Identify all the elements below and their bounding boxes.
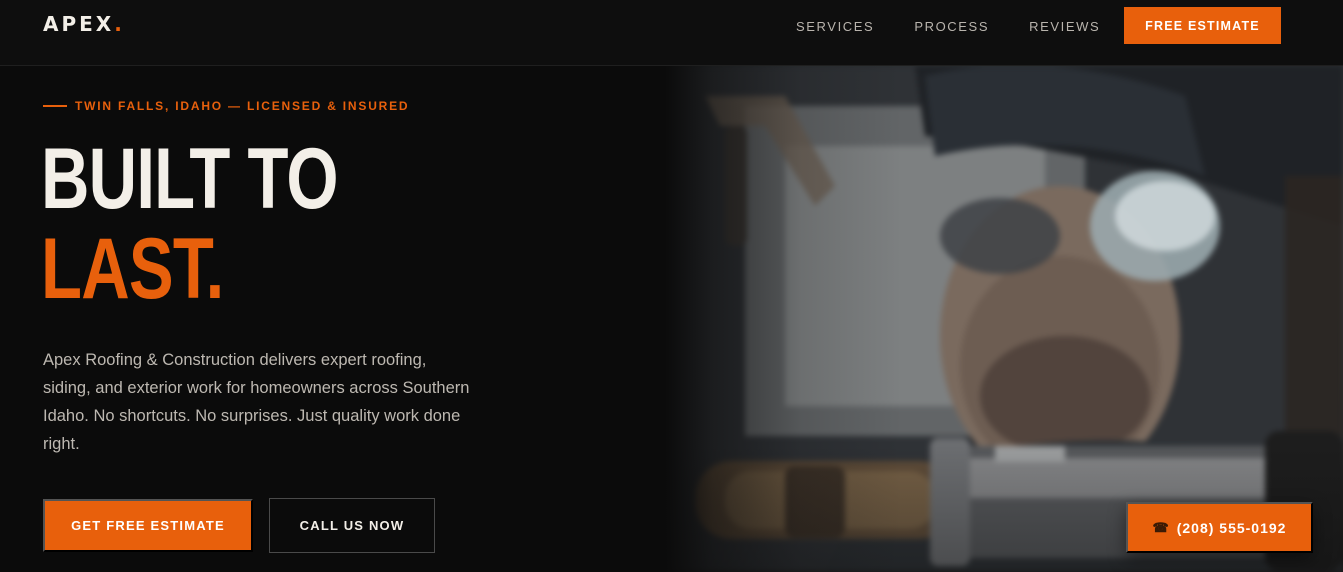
- get-free-estimate-button[interactable]: GET FREE ESTIMATE: [43, 499, 253, 552]
- page: APEX. SERVICES PROCESS REVIEWS FREE ESTI…: [0, 0, 1343, 572]
- hero-headline: BUILT TO LAST.: [41, 131, 339, 317]
- call-us-now-button[interactable]: CALL US NOW: [269, 498, 435, 553]
- eyebrow-text: TWIN FALLS, IDAHO — LICENSED & INSURED: [75, 99, 410, 113]
- free-estimate-nav-button[interactable]: FREE ESTIMATE: [1124, 7, 1281, 44]
- logo[interactable]: APEX.: [43, 12, 125, 36]
- hero-photo: [665, 66, 1343, 572]
- nav-link-services[interactable]: SERVICES: [796, 19, 874, 35]
- site-header: APEX. SERVICES PROCESS REVIEWS FREE ESTI…: [0, 0, 1343, 66]
- logo-dot: .: [114, 12, 125, 36]
- eyebrow-rule: [43, 105, 67, 107]
- nav-link-process[interactable]: PROCESS: [914, 19, 989, 35]
- phone-number: (208) 555-0192: [1176, 519, 1287, 536]
- hero-description: Apex Roofing & Construction delivers exp…: [43, 351, 470, 453]
- headline-line-1: BUILT TO: [41, 131, 339, 227]
- phone-icon: ☎: [1152, 519, 1170, 535]
- headline-line-2: LAST.: [41, 221, 224, 317]
- main-nav: SERVICES PROCESS REVIEWS: [796, 19, 1140, 35]
- logo-text: APEX: [43, 12, 115, 36]
- nav-link-reviews[interactable]: REVIEWS: [1029, 19, 1100, 35]
- hero-eyebrow: TWIN FALLS, IDAHO — LICENSED & INSURED: [43, 99, 409, 113]
- floating-call-button[interactable]: ☎ (208) 555-0192: [1126, 502, 1313, 553]
- roofer-with-torch-image: [665, 66, 1343, 572]
